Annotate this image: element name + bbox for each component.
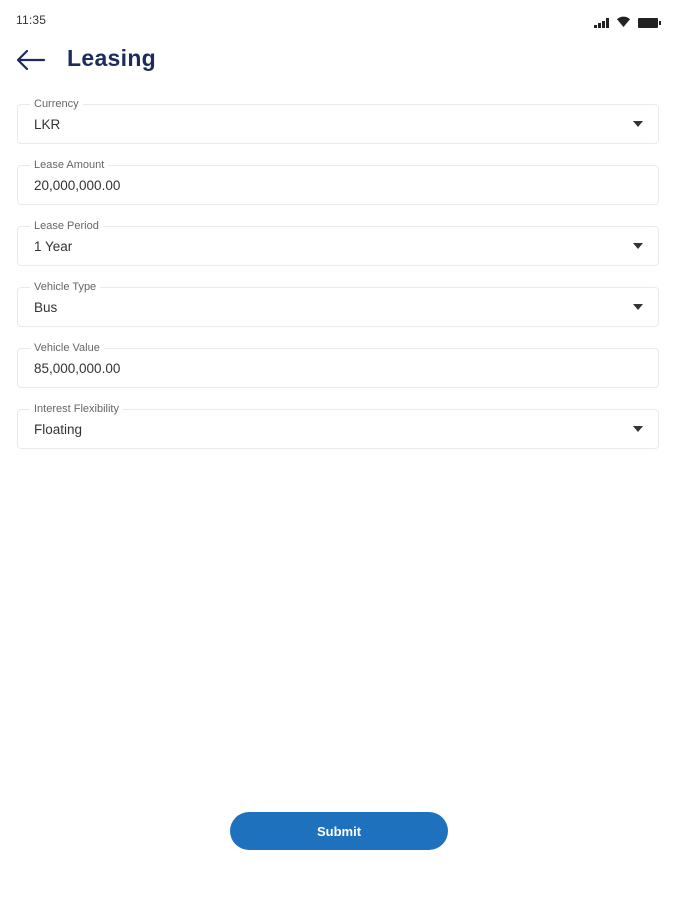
page-title: Leasing — [67, 45, 157, 71]
lease-period-select[interactable]: Lease Period 1 Year — [17, 219, 659, 266]
interest-flexibility-select[interactable]: Interest Flexibility Floating — [17, 402, 659, 449]
lease-period-value: 1 Year — [34, 239, 73, 254]
dropdown-arrow-icon — [633, 121, 643, 127]
submit-button[interactable]: Submit — [230, 812, 448, 850]
lease-period-label: Lease Period — [30, 219, 103, 233]
signal-icon — [594, 18, 609, 28]
dropdown-arrow-icon — [633, 243, 643, 249]
status-time: 11:35 — [16, 13, 47, 27]
leasing-screen: 11:35 Leasing Currency LKR Lease Amount … — [0, 0, 675, 900]
currency-label: Currency — [30, 97, 83, 111]
vehicle-value-field[interactable]: Vehicle Value 85,000,000.00 — [17, 341, 659, 388]
currency-value: LKR — [34, 117, 61, 132]
back-button[interactable] — [14, 45, 48, 75]
interest-flexibility-value: Floating — [34, 422, 83, 437]
vehicle-type-select[interactable]: Vehicle Type Bus — [17, 280, 659, 327]
wifi-icon — [617, 14, 630, 32]
dropdown-arrow-icon — [633, 426, 643, 432]
dropdown-arrow-icon — [633, 304, 643, 310]
vehicle-type-label: Vehicle Type — [30, 280, 101, 294]
lease-amount-field[interactable]: Lease Amount 20,000,000.00 — [17, 158, 659, 205]
vehicle-value-label: Vehicle Value — [30, 341, 104, 355]
vehicle-type-value: Bus — [34, 300, 58, 315]
interest-flexibility-label: Interest Flexibility — [30, 402, 123, 416]
currency-select[interactable]: Currency LKR — [17, 97, 659, 144]
vehicle-value-value: 85,000,000.00 — [34, 361, 121, 376]
status-bar: 11:35 — [0, 0, 675, 40]
arrow-left-icon — [16, 49, 46, 71]
status-icons — [594, 14, 661, 32]
lease-amount-label: Lease Amount — [30, 158, 109, 172]
app-header: Leasing — [0, 40, 675, 80]
battery-icon — [638, 18, 661, 28]
lease-amount-value: 20,000,000.00 — [34, 178, 121, 193]
